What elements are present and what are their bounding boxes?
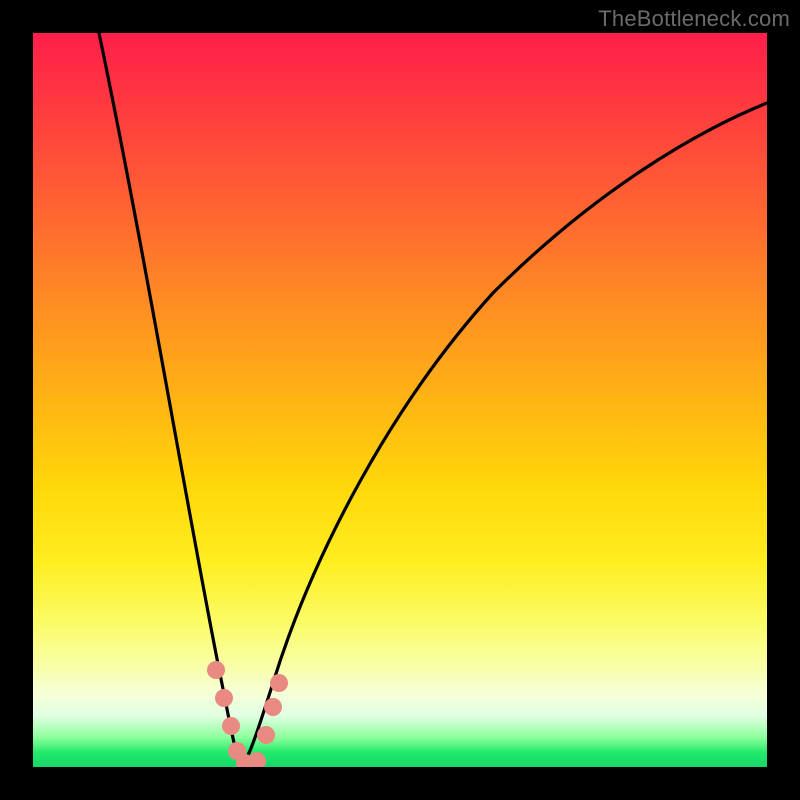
chart-frame: TheBottleneck.com	[0, 0, 800, 800]
highlight-markers	[207, 661, 288, 767]
watermark-text: TheBottleneck.com	[598, 6, 790, 32]
plot-area	[33, 33, 767, 767]
bottleneck-curve	[33, 33, 767, 767]
curve-path	[99, 33, 767, 765]
